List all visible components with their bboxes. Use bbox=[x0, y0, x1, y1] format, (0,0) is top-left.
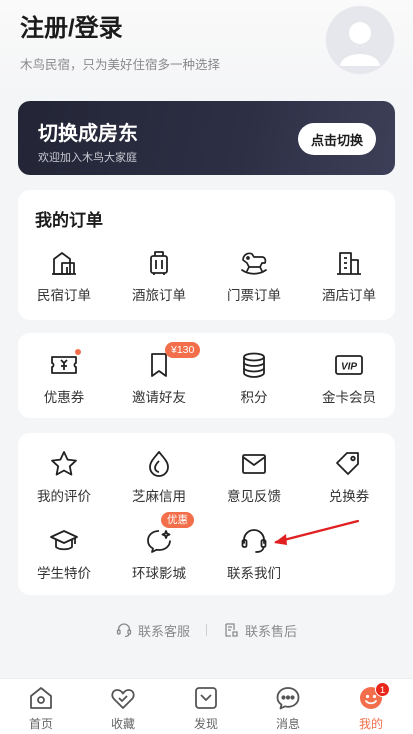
item-label: 我的评价 bbox=[37, 489, 91, 504]
vip-card-icon: VIP bbox=[334, 350, 364, 380]
tab-label: 收藏 bbox=[110, 717, 135, 731]
benefits-card: 优惠券 邀请好友 ¥130 积分 VIP 金卡会员 bbox=[18, 333, 395, 418]
tab-messages[interactable]: 消息 bbox=[247, 684, 329, 732]
services-card: 我的评价 芝麻信用 意见反馈 兑换券 学生特价 环球影城 优惠 联系我们 bbox=[18, 433, 395, 595]
discover-icon bbox=[192, 684, 220, 712]
item-label: 酒店订单 bbox=[322, 288, 376, 303]
divider bbox=[206, 624, 207, 636]
item-label: 邀请好友 bbox=[132, 390, 186, 405]
new-dot bbox=[75, 349, 81, 355]
homestay-orders-item[interactable]: 民宿订单 bbox=[18, 248, 110, 304]
contact-aftersale-label: 联系售后 bbox=[245, 623, 298, 639]
rocking-horse-icon bbox=[239, 248, 269, 278]
switch-button[interactable]: 点击切换 bbox=[298, 123, 376, 155]
contact-service-link[interactable]: 联系客服 bbox=[116, 621, 190, 640]
avatar[interactable] bbox=[326, 6, 394, 74]
orders-card: 我的订单 民宿订单 酒旅订单 门票订单 酒店订单 bbox=[18, 190, 395, 320]
star-icon bbox=[49, 449, 79, 479]
headset-icon bbox=[239, 526, 269, 556]
item-label: 酒旅订单 bbox=[132, 288, 186, 303]
globe-chat-icon bbox=[144, 526, 174, 556]
mail-icon bbox=[239, 449, 269, 479]
points-item[interactable]: 积分 bbox=[208, 350, 300, 406]
orders-title: 我的订单 bbox=[35, 211, 103, 230]
contact-service-label: 联系客服 bbox=[137, 623, 190, 639]
banner-title: 切换成房东 bbox=[38, 123, 138, 145]
item-label: 门票订单 bbox=[227, 288, 281, 303]
student-deals-item[interactable]: 学生特价 bbox=[18, 526, 110, 582]
item-label: 积分 bbox=[240, 390, 268, 405]
item-label: 民宿订单 bbox=[37, 288, 91, 303]
invite-friends-item[interactable]: 邀请好友 ¥130 bbox=[113, 342, 205, 406]
login-register-title[interactable]: 注册/登录 bbox=[20, 8, 123, 43]
hotel-orders-item[interactable]: 酒店订单 bbox=[303, 248, 395, 304]
universal-studios-item[interactable]: 环球影城 优惠 bbox=[113, 512, 205, 582]
discount-badge: 优惠 bbox=[161, 512, 194, 528]
contact-aftersale-link[interactable]: 联系售后 bbox=[223, 621, 297, 640]
receipt-icon bbox=[225, 623, 238, 637]
ticket-orders-item[interactable]: 门票订单 bbox=[208, 248, 300, 304]
avatar-placeholder-icon bbox=[326, 6, 394, 74]
notification-badge: 1 bbox=[375, 682, 390, 697]
item-label: 联系我们 bbox=[227, 566, 281, 581]
item-label: 兑换券 bbox=[328, 489, 370, 504]
tab-label: 首页 bbox=[28, 717, 53, 731]
item-label: 金卡会员 bbox=[322, 390, 376, 405]
sesame-credit-item[interactable]: 芝麻信用 bbox=[113, 449, 205, 505]
tab-home[interactable]: 首页 bbox=[0, 684, 82, 732]
home-icon bbox=[27, 684, 55, 712]
voucher-item[interactable]: 兑换券 bbox=[303, 449, 395, 505]
item-label: 学生特价 bbox=[37, 566, 91, 581]
switch-to-landlord-banner[interactable]: 切换成房东 欢迎加入木鸟大家庭 点击切换 bbox=[18, 101, 395, 175]
svg-text:VIP: VIP bbox=[341, 362, 357, 373]
item-label: 意见反馈 bbox=[227, 489, 281, 504]
travel-orders-item[interactable]: 酒旅订单 bbox=[113, 248, 205, 304]
gold-member-item[interactable]: VIP 金卡会员 bbox=[303, 350, 395, 406]
house-icon bbox=[49, 248, 79, 278]
profile-icon: 1 bbox=[357, 682, 390, 712]
tab-label: 消息 bbox=[275, 717, 300, 731]
tab-label: 发现 bbox=[193, 717, 218, 731]
tab-favorites[interactable]: 收藏 bbox=[82, 684, 164, 732]
tab-profile[interactable]: 1 我的 bbox=[330, 682, 412, 732]
annotation-arrow-icon bbox=[274, 519, 360, 545]
reward-badge: ¥130 bbox=[165, 342, 201, 358]
header-subtitle: 木鸟民宿，只为美好住宿多一种选择 bbox=[20, 58, 221, 72]
hotel-building-icon bbox=[334, 248, 364, 278]
item-label: 芝麻信用 bbox=[132, 489, 186, 504]
headset-icon bbox=[116, 623, 132, 638]
banner-subtitle: 欢迎加入木鸟大家庭 bbox=[38, 152, 137, 164]
support-links: 联系客服 联系售后 bbox=[0, 620, 413, 640]
coins-icon bbox=[239, 350, 269, 380]
coupons-item[interactable]: 优惠券 bbox=[18, 349, 110, 406]
tab-label: 我的 bbox=[358, 717, 383, 731]
tag-icon bbox=[334, 449, 364, 479]
tab-discover[interactable]: 发现 bbox=[165, 684, 247, 732]
message-icon bbox=[274, 684, 302, 712]
sesame-credit-icon bbox=[144, 449, 174, 479]
my-reviews-item[interactable]: 我的评价 bbox=[18, 449, 110, 505]
item-label: 环球影城 bbox=[132, 566, 186, 581]
feedback-item[interactable]: 意见反馈 bbox=[208, 449, 300, 505]
ticket-icon bbox=[49, 349, 81, 380]
heart-icon bbox=[109, 684, 137, 712]
bottom-tab-bar: 首页 收藏 发现 消息 1 我的 bbox=[0, 678, 413, 734]
item-label: 优惠券 bbox=[43, 390, 85, 405]
luggage-icon bbox=[144, 248, 174, 278]
graduation-cap-icon bbox=[49, 526, 79, 556]
